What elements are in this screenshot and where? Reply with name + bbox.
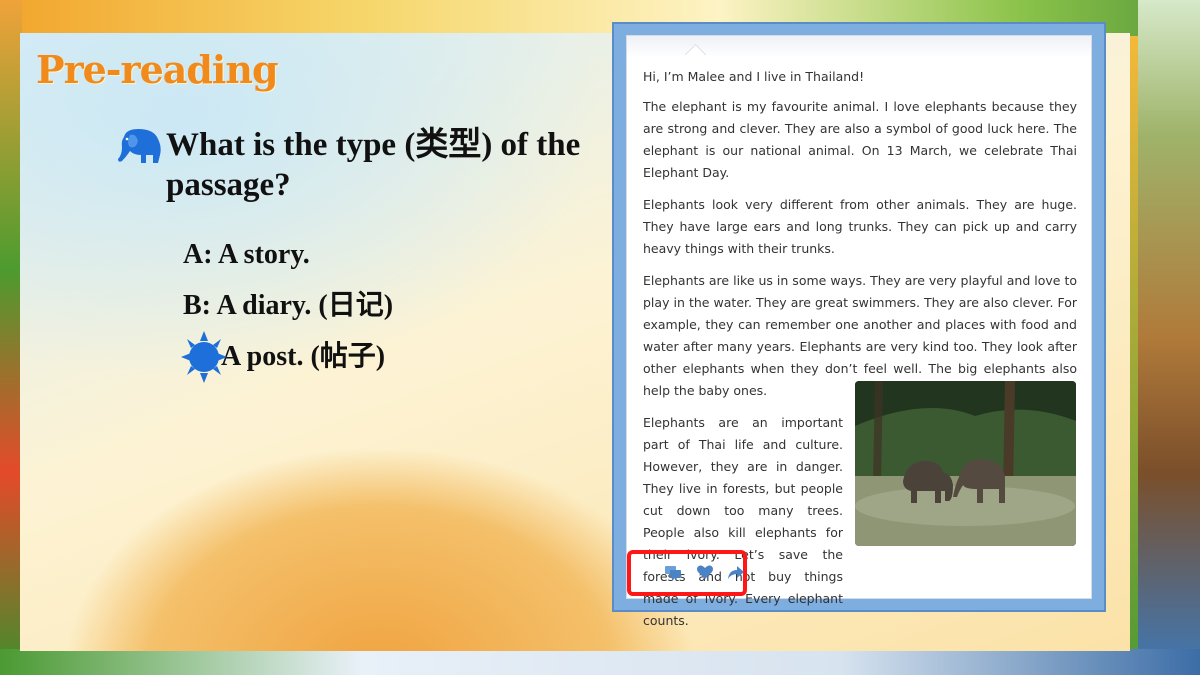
decorative-right-border xyxy=(1138,0,1200,675)
sun-icon xyxy=(181,331,227,383)
decorative-bottom-border xyxy=(0,649,1200,675)
passage-paragraph-1: The elephant is my favourite animal. I l… xyxy=(643,99,1077,180)
elephants-photo-illustration xyxy=(855,381,1076,546)
elephants-photo xyxy=(855,381,1076,546)
slide-title: Pre-reading xyxy=(36,47,279,92)
share-icon[interactable] xyxy=(727,563,745,581)
decorative-left-border xyxy=(0,0,22,675)
heart-icon[interactable] xyxy=(696,563,714,581)
elephant-icon xyxy=(118,129,161,163)
answer-options: A: A story. B: A diary. (日记) A post. (帖子… xyxy=(181,229,393,383)
option-a[interactable]: A: A story. xyxy=(183,229,393,280)
question: What is the type (类型) of the passage? xyxy=(116,125,616,205)
option-b[interactable]: B: A diary. (日记) xyxy=(183,280,393,331)
passage-greeting: Hi, I’m Malee and I live in Thailand! xyxy=(643,69,865,84)
option-c[interactable]: A post. (帖子) xyxy=(181,331,393,383)
passage-paragraph-4: Elephants are an important part of Thai … xyxy=(643,415,843,628)
question-text: What is the type (类型) of the passage? xyxy=(166,127,581,203)
passage-paragraph-2: Elephants look very different from other… xyxy=(643,197,1077,256)
comment-icon[interactable] xyxy=(664,563,682,581)
